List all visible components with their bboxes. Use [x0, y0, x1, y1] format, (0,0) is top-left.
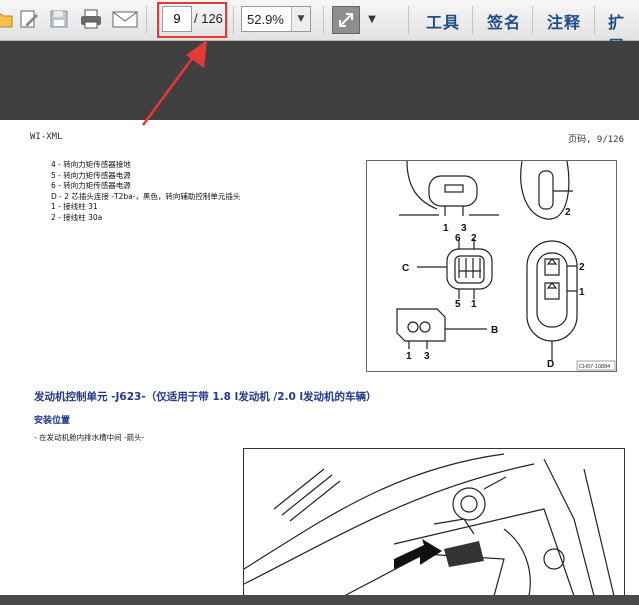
more-icon[interactable]: ▼: [362, 6, 382, 32]
chevron-down-icon[interactable]: ▼: [291, 7, 310, 31]
page-header-left: WI-XML: [30, 132, 63, 142]
menu-comment[interactable]: 注释: [547, 9, 581, 33]
menu-sign[interactable]: 签名: [487, 9, 521, 33]
document-page[interactable]: WI-XML 页码, 9/126 4 - 转向力矩传感器接地 5 - 转向力矩传…: [0, 120, 639, 597]
diagram-label: 1: [443, 223, 449, 234]
diagram-label: 3: [461, 223, 467, 234]
email-icon[interactable]: [112, 6, 138, 32]
toolbar-separator: [532, 6, 533, 34]
annotation-highlight-box: [157, 2, 227, 38]
diagram-label: 1: [471, 299, 477, 310]
zoom-value: 52.9%: [247, 12, 284, 27]
toolbar-separator: [594, 6, 595, 34]
legend-item: 5 - 转向力矩传感器电源: [51, 170, 131, 180]
diagram-label: C: [402, 263, 409, 274]
print-icon[interactable]: [78, 6, 104, 32]
diagram-label: 1: [579, 287, 585, 298]
diagram-label: 6: [455, 233, 461, 244]
legend-item: 2 - 接线柱 30a: [51, 212, 103, 222]
save-icon[interactable]: [46, 6, 72, 32]
zoom-select[interactable]: 52.9% ▼: [241, 6, 311, 32]
diagram-label: D: [547, 359, 554, 370]
diagram-label: 5: [455, 299, 461, 310]
diagram-label: 2: [579, 262, 585, 273]
diagram-label: 1: [406, 351, 412, 362]
toolbar: 9 / 126 52.9% ▼ ▼ 工具 签名 注释 扩展: [0, 0, 639, 56]
diagram-label: 3: [424, 351, 430, 362]
toolbar-separator: [233, 6, 234, 34]
connector-diagram: 1 3 2 C 6 2 5 1 B 1 3 D 2 1 CH97-10884: [366, 160, 617, 372]
diagram-label: 2: [565, 207, 571, 218]
legend-item: D - 2 芯插头连接 -T2ba-，黑色，转向辅助控制单元插头: [51, 191, 241, 201]
legend-item: 4 - 转向力矩传感器接地: [51, 160, 131, 169]
body-text: - 在发动机舱内排水槽中间 -箭头-: [34, 433, 145, 442]
menu-tools[interactable]: 工具: [426, 9, 460, 33]
diagram-label: B: [491, 325, 498, 336]
viewer-bottom-bar: [0, 595, 639, 605]
viewer-background: [0, 41, 639, 120]
folder-icon[interactable]: [0, 6, 16, 32]
diagram-label: 2: [471, 233, 477, 244]
toolbar-separator: [408, 6, 409, 34]
edit-icon[interactable]: [16, 6, 42, 32]
fit-page-icon[interactable]: [332, 6, 360, 34]
section-subtitle: 安装位置: [34, 416, 71, 426]
legend-list: 4 - 转向力矩传感器接地 5 - 转向力矩传感器电源 6 - 转向力矩传感器电…: [51, 160, 240, 223]
legend-item: 1 - 接线柱 31: [51, 202, 98, 211]
legend-item: 6 - 转向力矩传感器电源: [51, 181, 131, 190]
diagram-code: CH97-10884: [579, 364, 610, 370]
page-header-right: 页码, 9/126: [568, 135, 624, 145]
engine-bay-illustration: [243, 448, 625, 597]
toolbar-separator: [323, 6, 324, 34]
section-title: 发动机控制单元 -J623-（仅适用于带 1.8 l发动机 /2.0 l发动机的…: [34, 391, 377, 403]
toolbar-separator: [472, 6, 473, 34]
toolbar-separator: [146, 6, 147, 34]
